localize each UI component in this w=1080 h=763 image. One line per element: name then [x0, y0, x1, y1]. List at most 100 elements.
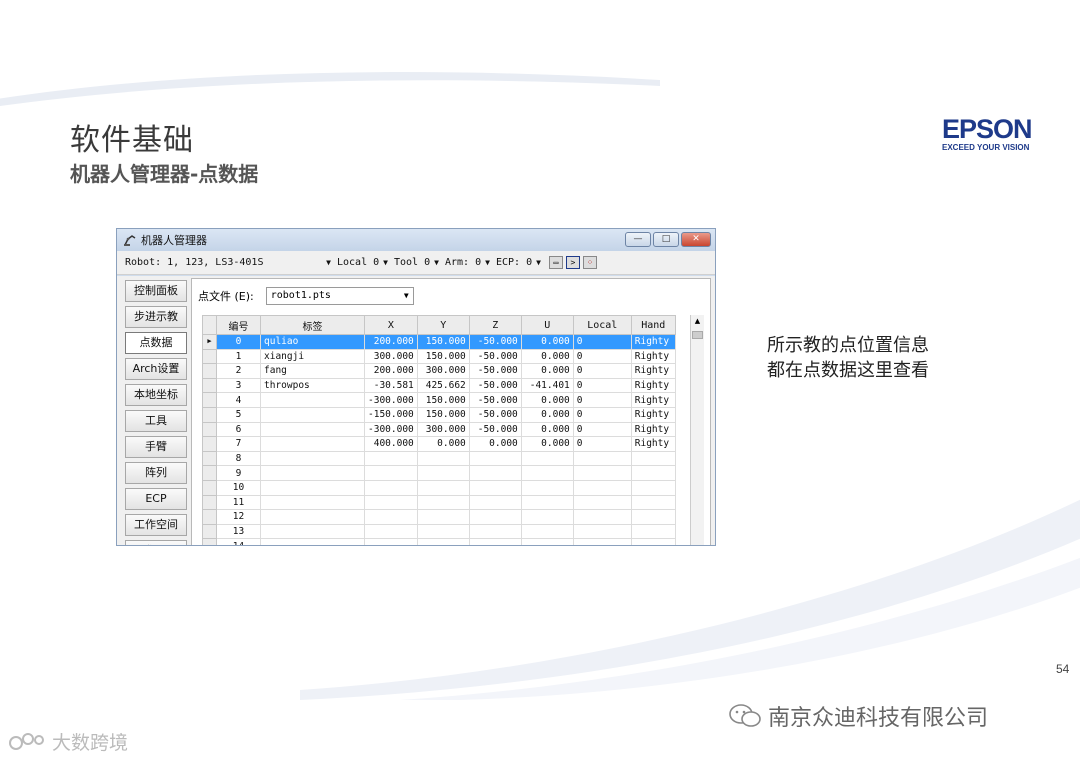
table-cell[interactable]	[572, 523, 632, 540]
table-cell[interactable]	[630, 494, 676, 511]
sidebar-item-4[interactable]: 本地坐标	[125, 384, 187, 406]
table-cell[interactable]	[416, 465, 470, 481]
table-row[interactable]: 14	[202, 538, 676, 545]
table-cell[interactable]	[572, 479, 632, 496]
table-row[interactable]: 6 -300.000 300.000 -50.000 0.000 0 Righty	[202, 421, 676, 438]
column-header[interactable]: 编号	[216, 315, 261, 335]
sidebar-item-5[interactable]: 工具	[125, 410, 187, 432]
table-row[interactable]: 12	[202, 509, 676, 525]
row-header[interactable]	[202, 392, 217, 408]
table-cell[interactable]	[260, 465, 365, 481]
table-cell[interactable]: Righty	[630, 348, 676, 365]
table-cell[interactable]: -150.000	[364, 406, 418, 423]
table-cell[interactable]	[520, 494, 574, 511]
table-cell[interactable]	[364, 538, 418, 545]
table-cell[interactable]: 13	[216, 523, 261, 540]
table-row[interactable]: 1 xiangji 300.000 150.000 -50.000 0.000 0 Right…	[202, 348, 676, 365]
table-cell[interactable]: Righty	[630, 392, 676, 408]
table-row[interactable]: 4 -300.000 150.000 -50.000 0.000 0 Righty	[202, 392, 676, 408]
robot-select[interactable]: Robot: 1, 123, LS3-401S ▼	[125, 257, 331, 268]
table-cell[interactable]: 0	[572, 334, 632, 350]
table-cell[interactable]: 7	[216, 436, 261, 452]
table-cell[interactable]: Righty	[630, 363, 676, 379]
table-cell[interactable]: 0	[572, 421, 632, 438]
table-cell[interactable]: throwpos	[260, 377, 365, 394]
row-header[interactable]	[202, 538, 217, 545]
table-cell[interactable]	[260, 494, 365, 511]
table-cell[interactable]: 0.000	[520, 421, 574, 438]
table-cell[interactable]: 10	[216, 479, 261, 496]
sidebar-item-8[interactable]: ECP	[125, 488, 187, 510]
table-cell[interactable]: -50.000	[468, 406, 522, 423]
table-cell[interactable]: -50.000	[468, 334, 522, 350]
point-file-select[interactable]: robot1.pts ▼	[265, 287, 414, 305]
local-select[interactable]: Local 0 ▼	[337, 257, 388, 268]
table-cell[interactable]	[364, 465, 418, 481]
table-cell[interactable]: 0.000	[468, 436, 522, 452]
table-row[interactable]: 5 -150.000 150.000 -50.000 0.000 0 Righty	[202, 406, 676, 423]
table-cell[interactable]: fang	[260, 363, 365, 379]
table-row[interactable]: 11	[202, 494, 676, 511]
table-cell[interactable]	[364, 479, 418, 496]
table-cell[interactable]	[520, 479, 574, 496]
table-cell[interactable]	[364, 494, 418, 511]
table-cell[interactable]	[468, 450, 522, 467]
table-cell[interactable]	[364, 523, 418, 540]
scroll-up-icon[interactable]: ▲	[691, 315, 704, 327]
table-cell[interactable]	[260, 479, 365, 496]
table-cell[interactable]	[364, 450, 418, 467]
row-header[interactable]	[202, 450, 217, 467]
table-cell[interactable]	[416, 509, 470, 525]
table-cell[interactable]: 150.000	[416, 348, 470, 365]
table-cell[interactable]	[630, 538, 676, 545]
table-cell[interactable]: 200.000	[364, 334, 418, 350]
table-cell[interactable]	[520, 538, 574, 545]
sidebar-item-10[interactable]: 工作不可	[125, 540, 187, 545]
sidebar-item-6[interactable]: 手臂	[125, 436, 187, 458]
table-cell[interactable]: 0	[572, 348, 632, 365]
table-cell[interactable]: 300.000	[416, 363, 470, 379]
table-cell[interactable]: 8	[216, 450, 261, 467]
table-cell[interactable]: -41.401	[520, 377, 574, 394]
table-cell[interactable]: 14	[216, 538, 261, 545]
table-cell[interactable]	[572, 538, 632, 545]
scroll-thumb[interactable]	[692, 331, 703, 339]
table-cell[interactable]	[468, 538, 522, 545]
column-header[interactable]: 标签	[260, 315, 365, 335]
command-prompt-icon[interactable]: >	[565, 256, 580, 269]
row-header[interactable]: ▶	[202, 334, 217, 350]
table-cell[interactable]	[468, 479, 522, 496]
row-header[interactable]	[202, 509, 217, 525]
table-cell[interactable]	[468, 465, 522, 481]
table-cell[interactable]	[364, 509, 418, 525]
table-row[interactable]: 13	[202, 523, 676, 540]
tool-select[interactable]: Tool 0 ▼	[394, 257, 439, 268]
table-cell[interactable]	[260, 538, 365, 545]
sidebar-item-7[interactable]: 阵列	[125, 462, 187, 484]
table-cell[interactable]	[572, 465, 632, 481]
close-button[interactable]: ✕	[681, 232, 711, 247]
table-cell[interactable]	[630, 479, 676, 496]
table-cell[interactable]: 150.000	[416, 392, 470, 408]
table-cell[interactable]: 425.662	[416, 377, 470, 394]
table-cell[interactable]: 0	[572, 406, 632, 423]
table-cell[interactable]: 9	[216, 465, 261, 481]
row-header[interactable]	[202, 523, 217, 540]
table-cell[interactable]	[630, 523, 676, 540]
row-header[interactable]	[202, 494, 217, 511]
table-cell[interactable]: 300.000	[364, 348, 418, 365]
ecp-select[interactable]: ECP: 0 ▼	[496, 257, 541, 268]
table-cell[interactable]	[260, 406, 365, 423]
sidebar-item-1[interactable]: 步进示教	[125, 306, 187, 328]
table-row[interactable]: 7 400.000 0.000 0.000 0.000 0 Righty	[202, 436, 676, 452]
column-header[interactable]: U	[520, 315, 574, 335]
table-cell[interactable]	[468, 523, 522, 540]
table-cell[interactable]	[416, 479, 470, 496]
table-cell[interactable]: 200.000	[364, 363, 418, 379]
table-cell[interactable]: Righty	[630, 421, 676, 438]
table-cell[interactable]	[572, 494, 632, 511]
table-cell[interactable]: 1	[216, 348, 261, 365]
row-header[interactable]	[202, 377, 217, 394]
table-cell[interactable]: 12	[216, 509, 261, 525]
table-cell[interactable]: 0.000	[520, 334, 574, 350]
